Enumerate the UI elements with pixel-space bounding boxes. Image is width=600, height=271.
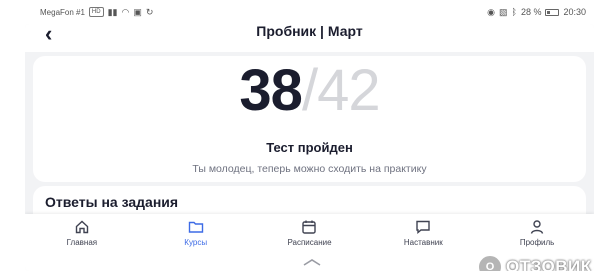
tab-mentor[interactable]: Наставник xyxy=(366,214,480,256)
watermark-logo: O xyxy=(477,254,503,271)
carrier-label: MegaFon #1 xyxy=(40,7,85,17)
score-display: 38/42 xyxy=(33,58,586,124)
result-subtitle: Ты молодец, теперь можно сходить на прак… xyxy=(192,163,427,175)
watermark-text: ОТЗОВИК xyxy=(506,257,592,271)
folder-icon xyxy=(188,221,203,233)
chevron-up-icon[interactable] xyxy=(302,258,322,266)
sync-icon: ↻ xyxy=(145,6,154,17)
page-title: Пробник | Март xyxy=(256,24,363,39)
tab-mentor-label: Наставник xyxy=(403,238,443,247)
status-bar: MegaFon #1 HD ▮▮ ◠ ▣ ↻ ◉ ▧ ᛒ 28 % 20:30 xyxy=(0,0,600,24)
network-badge: HD xyxy=(88,7,104,17)
wifi-icon: ◠ xyxy=(121,6,130,17)
battery-icon xyxy=(545,8,560,16)
notification-icon: ▣ xyxy=(133,6,142,17)
clock: 20:30 xyxy=(563,7,586,17)
header: ‹ Пробник | Март xyxy=(25,24,594,52)
tab-courses[interactable]: Курсы xyxy=(139,214,253,256)
tab-schedule[interactable]: Расписание xyxy=(253,214,367,256)
tab-home[interactable]: Главная xyxy=(25,214,139,256)
score-value: 38 xyxy=(239,58,303,123)
tab-schedule-label: Расписание xyxy=(287,238,332,247)
eye-icon: ◉ xyxy=(487,6,496,17)
user-icon xyxy=(530,220,544,234)
tab-profile-label: Профиль xyxy=(519,238,555,247)
battery-percent: 28 % xyxy=(520,7,542,17)
tab-profile[interactable]: Профиль xyxy=(480,214,594,256)
app-screen: ‹ Пробник | Март 38/42 Тест пройден Ты м… xyxy=(25,24,594,271)
score-separator: / xyxy=(301,58,318,123)
result-card: 38/42 Тест пройден Ты молодец, теперь мо… xyxy=(33,56,586,182)
signal-icon: ▮▮ xyxy=(107,6,118,17)
watermark: O ОТЗОВИК xyxy=(477,254,592,271)
result-title: Тест пройден xyxy=(266,140,353,155)
bluetooth-icon: ᛒ xyxy=(511,7,517,17)
score-total: 42 xyxy=(317,58,381,123)
answers-heading: Ответы на задания xyxy=(45,194,179,210)
tab-home-label: Главная xyxy=(66,238,98,247)
calendar-icon xyxy=(302,220,317,234)
bottom-tab-bar: Главная Курсы Расписание Наставник Профи… xyxy=(25,214,594,256)
nfc-icon: ▧ xyxy=(499,6,508,17)
chat-icon xyxy=(416,220,430,234)
home-icon xyxy=(75,220,89,234)
tab-courses-label: Курсы xyxy=(184,238,208,247)
